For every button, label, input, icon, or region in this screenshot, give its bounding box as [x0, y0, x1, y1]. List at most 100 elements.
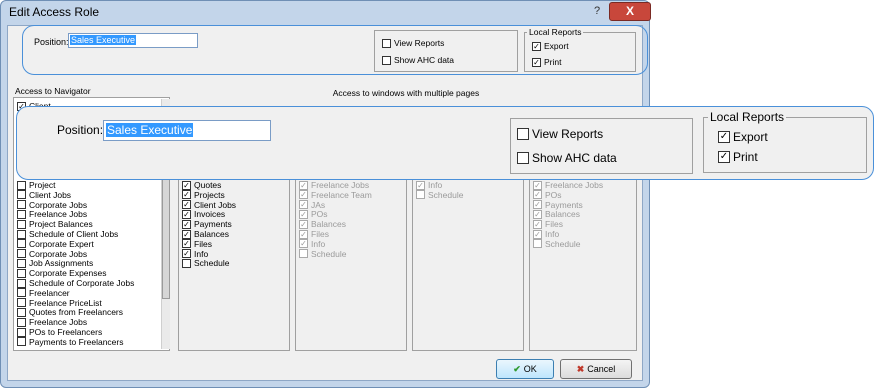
navigator-item[interactable]: POs to Freelancers	[17, 327, 102, 337]
navigator-item-label: POs to Freelancers	[29, 327, 103, 337]
multi-page-col1-item[interactable]: ✓ Files	[182, 239, 212, 249]
zoom-print-box: ✓	[718, 151, 730, 163]
multi-page-col1-item[interactable]: ✓ Projects	[182, 190, 225, 200]
navigator-item[interactable]: Schedule of Client Jobs	[17, 229, 118, 239]
zoom-view-reports-label: View Reports	[532, 127, 604, 141]
navigator-scroll-thumb[interactable]	[162, 159, 170, 299]
zoom-view-reports-checkbox[interactable]: View Reports	[517, 127, 603, 141]
multi-pages-title: Access to windows with multiple pages	[332, 88, 480, 98]
navigator-item[interactable]: Project	[17, 180, 55, 190]
navigator-item[interactable]: Job Assignments	[17, 258, 93, 268]
multi-page-col1-item[interactable]: ✓ Balances	[182, 229, 229, 239]
navigator-item-box	[17, 180, 26, 190]
multi-page-col2-item-label: Info	[311, 238, 326, 249]
zoom-print-label: Print	[733, 150, 758, 164]
multi-page-col1-item-box: ✓	[182, 249, 191, 259]
navigator-item-label: Schedule of Client Jobs	[29, 229, 119, 239]
multi-page-col2-item[interactable]: ✓ JAs	[299, 200, 325, 210]
navigator-item-label: Project Balances	[29, 219, 93, 230]
zoom-export-checkbox[interactable]: ✓ Export	[718, 130, 768, 144]
navigator-item[interactable]: Corporate Expenses	[17, 268, 107, 278]
ok-button[interactable]: ✔ OK	[496, 359, 554, 379]
multi-page-col1-item[interactable]: ✓ Quotes	[182, 180, 221, 190]
navigator-item[interactable]: Freelance Jobs	[17, 209, 87, 219]
navigator-item[interactable]: Corporate Expert	[17, 239, 94, 249]
zoom-export-label: Export	[733, 130, 768, 144]
multi-page-col4-item[interactable]: ✓ Freelance Jobs	[533, 180, 603, 190]
multi-page-col2-item-label: Balances	[311, 219, 346, 230]
multi-page-col2-item[interactable]: ✓ Balances	[299, 219, 346, 229]
multi-page-col2-item[interactable]: Schedule	[299, 249, 346, 259]
multi-page-col2-item[interactable]: ✓ Freelance Jobs	[299, 180, 369, 190]
multi-page-col4-item-label: POs	[545, 189, 562, 200]
multi-page-col2-item[interactable]: ✓ Info	[299, 239, 325, 249]
navigator-item[interactable]: Corporate Jobs	[17, 249, 87, 259]
multi-page-col4-item[interactable]: ✓ Payments	[533, 200, 583, 210]
cancel-button[interactable]: ✖ Cancel	[560, 359, 632, 379]
multi-page-col2-item-label: Freelance Jobs	[311, 180, 370, 190]
zoom-position-label: Position:	[57, 123, 104, 137]
navigator-item[interactable]: Schedule of Corporate Jobs	[17, 278, 134, 288]
navigator-item-label: Job Assignments	[29, 258, 94, 269]
zoom-local-reports-group: Local Reports ✓ Export ✓ Print	[703, 110, 867, 173]
multi-page-col3-item-box: ✓	[416, 180, 425, 190]
help-button[interactable]: ?	[587, 3, 607, 19]
navigator-item-box	[17, 317, 26, 327]
navigator-item[interactable]: Quotes from Freelancers	[17, 307, 123, 317]
navigator-item-box	[17, 190, 26, 200]
navigator-item[interactable]: Freelance PriceList	[17, 298, 102, 308]
multi-page-col2-item[interactable]: ✓ Freelance Team	[299, 190, 372, 200]
navigator-title: Access to Navigator	[15, 86, 91, 96]
navigator-item[interactable]: Corporate Jobs	[17, 200, 87, 210]
navigator-item-box	[17, 239, 26, 249]
multi-page-col2-item-box: ✓	[299, 239, 308, 249]
multi-page-col3-item-label: Schedule	[428, 189, 464, 200]
multi-page-col2-item-box	[299, 249, 308, 259]
multi-page-col1-item-label: Files	[194, 238, 212, 249]
navigator-item[interactable]: Freelancer	[17, 288, 70, 298]
multi-page-col1-item[interactable]: ✓ Invoices	[182, 209, 225, 219]
window-title: Edit Access Role	[9, 5, 100, 19]
multi-page-col1-item-label: Balances	[194, 229, 229, 239]
multi-page-col4-item[interactable]: Schedule	[533, 239, 580, 249]
multi-page-col2-item-box: ✓	[299, 180, 308, 190]
multi-page-col3-item[interactable]: ✓ Info	[416, 180, 442, 190]
multi-page-col4-item-box: ✓	[533, 200, 542, 210]
multi-page-col4-item[interactable]: ✓ POs	[533, 190, 562, 200]
navigator-item-box	[17, 327, 26, 337]
navigator-item-label: Freelance Jobs	[29, 209, 88, 220]
multi-page-col4-item[interactable]: ✓ Files	[533, 219, 563, 229]
navigator-item-label: Schedule of Corporate Jobs	[29, 278, 135, 288]
zoom-print-checkbox[interactable]: ✓ Print	[718, 150, 758, 164]
multi-page-col3-item[interactable]: Schedule	[416, 190, 463, 200]
multi-page-col1-item-label: Projects	[194, 189, 225, 200]
multi-page-col2-item-box: ✓	[299, 219, 308, 229]
zoom-show-ahc-checkbox[interactable]: Show AHC data	[517, 151, 617, 165]
navigator-item[interactable]: Project Balances	[17, 219, 93, 229]
navigator-item[interactable]: Client Jobs	[17, 190, 71, 200]
zoom-position-input[interactable]: Sales Executive	[103, 120, 271, 141]
multi-page-col2-item-label: JAs	[311, 199, 326, 210]
navigator-item-label: Freelance Jobs	[29, 317, 88, 328]
navigator-item-box	[17, 200, 26, 210]
navigator-item[interactable]: Freelance Jobs	[17, 317, 87, 327]
close-button[interactable]: X	[609, 2, 651, 21]
multi-page-col1-item[interactable]: ✓ Payments	[182, 219, 232, 229]
multi-page-col1-item-label: Info	[194, 248, 209, 259]
multi-page-col1-item-box: ✓	[182, 229, 191, 239]
ok-label: OK	[523, 364, 537, 374]
navigator-item-label: Corporate Jobs	[29, 248, 88, 259]
multi-page-col4-item[interactable]: ✓ Balances	[533, 209, 580, 219]
multi-page-col2-item[interactable]: ✓ Files	[299, 229, 329, 239]
multi-page-col4-item-box: ✓	[533, 209, 542, 219]
multi-page-col1-item[interactable]: ✓ Info	[182, 249, 208, 259]
title-bar[interactable]: Edit Access Role ? X	[1, 1, 651, 25]
multi-page-col1-item-box: ✓	[182, 190, 191, 200]
navigator-item[interactable]: Payments to Freelancers	[17, 337, 123, 347]
multi-page-col2-item[interactable]: ✓ POs	[299, 209, 328, 219]
check-icon: ✔	[513, 363, 521, 374]
navigator-item-box	[17, 307, 26, 317]
multi-page-col1-item[interactable]: ✓ Client Jobs	[182, 200, 236, 210]
multi-page-col1-item[interactable]: Schedule	[182, 258, 229, 268]
multi-page-col4-item[interactable]: ✓ Info	[533, 229, 559, 239]
